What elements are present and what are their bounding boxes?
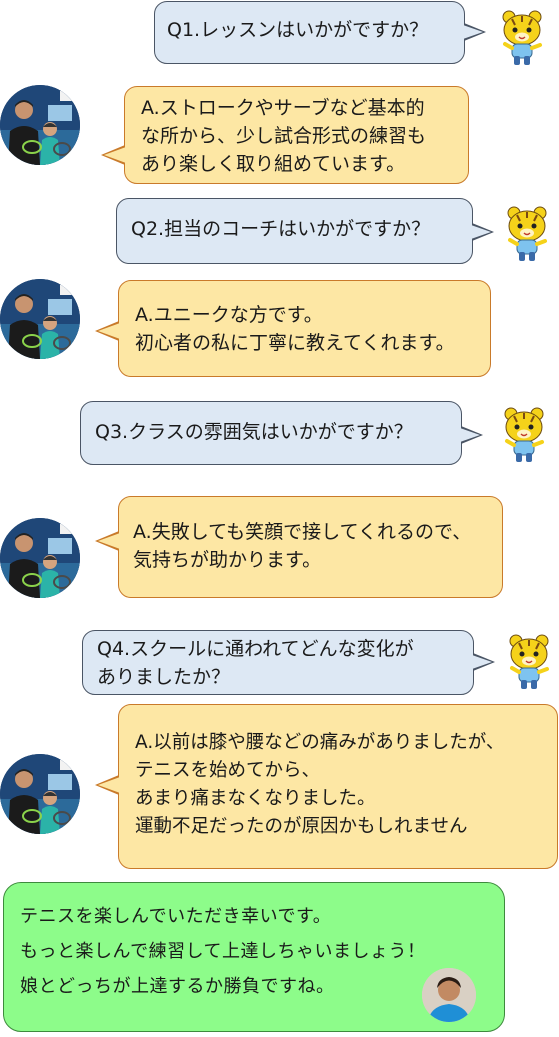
answer-bubble-1: A.ストロークやサーブなど基本的 な所から、少し試合形式の練習も あり楽しく取り… [101,86,469,184]
answer-4-line-4: 運動不足だったのが原因かもしれません [135,816,468,837]
question-4-line-2: ありましたか？ [97,666,231,688]
question-bubble-2: Q2.担当のコーチはいかがですか？ [116,198,494,264]
answer-2-line-1: A.ユニークな方です。 [135,304,323,326]
answer-1-line-1: A.ストロークやサーブなど基本的 [141,97,425,119]
coach-message-line-3: 娘とどっちが上達するか勝負ですね。 [20,976,335,997]
answer-1-line-3: あり楽しく取り組めています。 [141,153,406,175]
tiger-mascot-icon [500,407,548,465]
student-avatar [0,85,80,165]
answer-bubble-2: A.ユニークな方です。 初心者の私に丁寧に教えてくれます。 [95,280,491,377]
tiger-mascot-icon [505,634,553,692]
tiger-mascot-icon [503,206,551,264]
coach-message-line-2: もっと楽しんで練習して上達しちゃいましょう！ [20,941,426,962]
answer-4-line-3: あまり痛まなくなりました。 [135,788,376,809]
question-bubble-4: Q4.スクールに通われてどんな変化が ありましたか？ [82,630,495,695]
answer-1-line-2: な所から、少し試合形式の練習も [141,125,427,147]
answer-3-line-2: 気持ちが助かります。 [133,549,322,571]
answer-2-line-2: 初心者の私に丁寧に教えてくれます。 [135,332,455,354]
tiger-mascot-icon [498,10,546,68]
student-avatar [0,518,80,598]
student-avatar [0,279,80,359]
answer-3-line-1: A.失敗しても笑顔で接してくれるので、 [133,521,472,543]
answer-4-line-1: A.以前は膝や腰などの痛みがありましたが、 [135,732,505,753]
question-bubble-3: Q3.クラスの雰囲気はいかがですか？ [80,401,483,465]
question-2-line-1: Q2.担当のコーチはいかがですか？ [131,218,431,240]
coach-message-line-1: テニスを楽しんでいただき幸いです。 [20,906,332,927]
answer-bubble-4: A.以前は膝や腰などの痛みがありましたが、 テニスを始めてから、 あまり痛まなく… [95,704,558,869]
question-4-line-1: Q4.スクールに通われてどんな変化が [97,638,414,660]
question-1-line-1: Q1.レッスンはいかがですか？ [167,19,429,41]
answer-bubble-3: A.失敗しても笑顔で接してくれるので、 気持ちが助かります。 [95,496,503,598]
student-avatar [0,754,80,834]
answer-4-line-2: テニスを始めてから、 [135,760,321,781]
question-3-line-1: Q3.クラスの雰囲気はいかがですか？ [95,421,413,443]
coach-avatar [422,968,476,1022]
question-bubble-1: Q1.レッスンはいかがですか？ [154,1,486,64]
